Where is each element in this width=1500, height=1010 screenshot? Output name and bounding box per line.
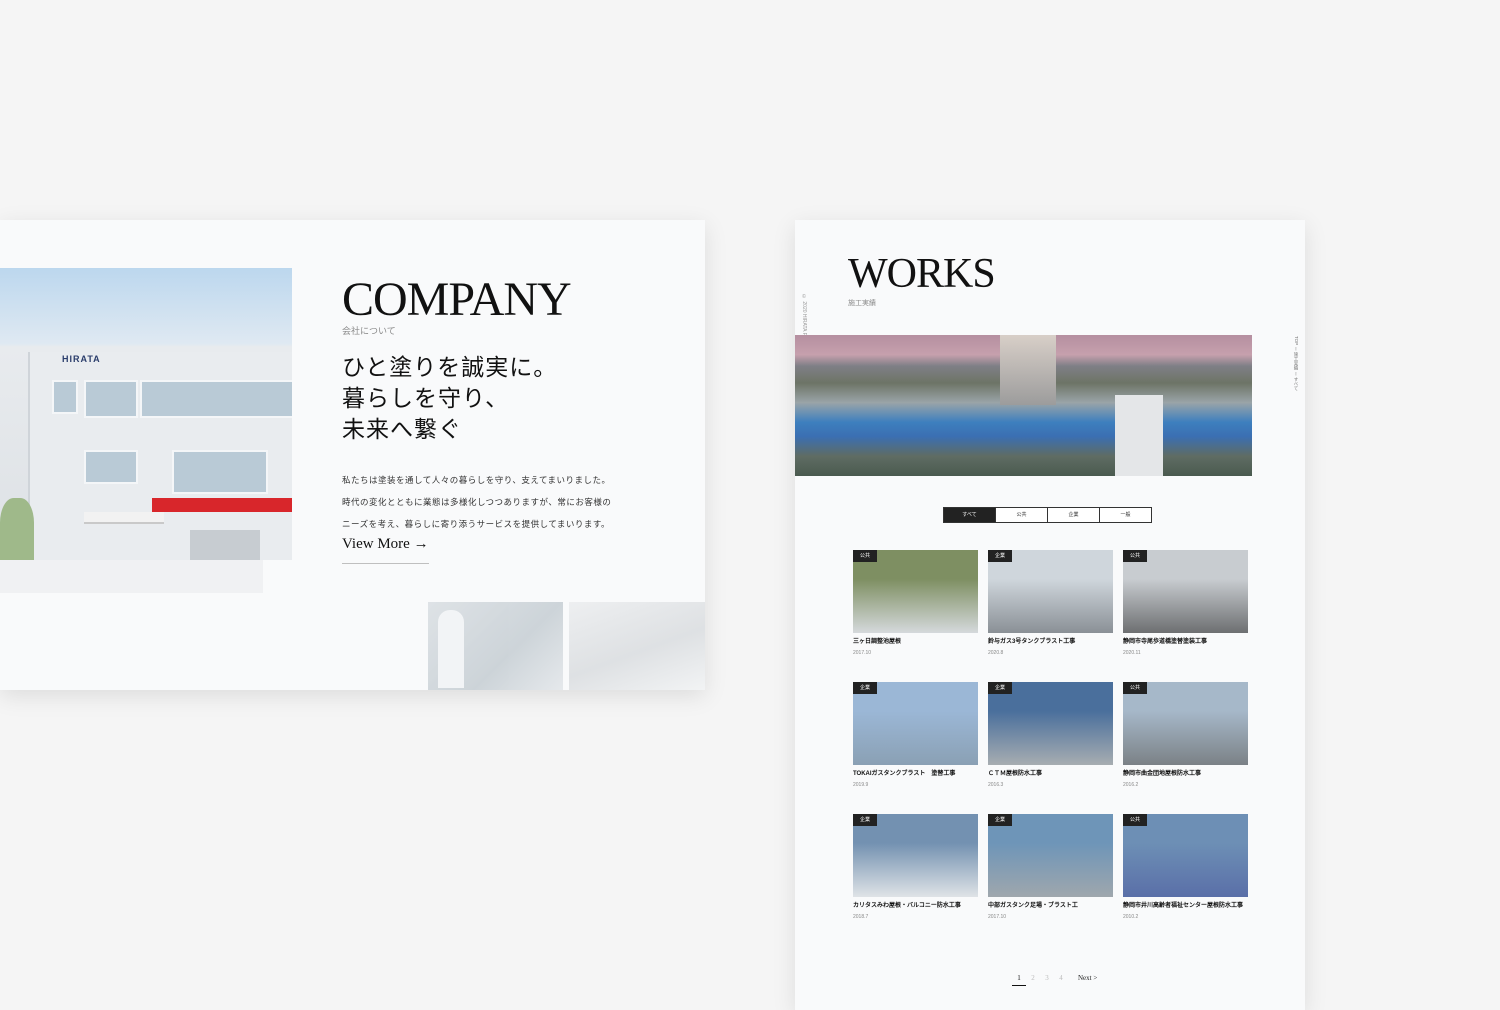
next-page-link[interactable]: Next > xyxy=(1078,974,1097,982)
works-title: WORKS xyxy=(848,251,996,297)
office-photo xyxy=(569,602,705,690)
work-title[interactable]: 静岡市曲金団地屋根防水工事 xyxy=(1123,770,1248,779)
filter-all-button[interactable]: すべて xyxy=(943,507,996,523)
heading-line: 未来へ繋ぐ xyxy=(342,417,462,442)
work-date: 2017.10 xyxy=(988,914,1007,920)
work-title[interactable]: 静岡市寺尾歩道橋塗替塗装工事 xyxy=(1123,638,1248,647)
work-item[interactable]: 公共静岡市井川高齢者福祉センター屋根防水工事 2010.2 xyxy=(1123,814,1248,920)
work-item[interactable]: 企業 ＣＴＭ屋根防水工事 2016.3 xyxy=(988,682,1113,788)
work-item[interactable]: 企業鈴与ガス3号タンクブラスト工事 2020.8 xyxy=(988,550,1113,656)
work-date: 2020.8 xyxy=(988,650,1004,656)
window xyxy=(84,380,138,418)
building-sign: HIRATA xyxy=(62,354,101,364)
filter-corporate-button[interactable]: 企業 xyxy=(1047,507,1100,523)
work-item[interactable]: 企業カリタスみわ屋根・バルコニー防水工事 2018.7 xyxy=(853,814,978,920)
work-item[interactable]: 公共静岡市寺尾歩道橋塗替塗装工事 2020.11 xyxy=(1123,550,1248,656)
window xyxy=(140,380,292,418)
building-photo: HIRATA xyxy=(0,268,292,560)
work-thumbnail[interactable]: 企業 xyxy=(988,550,1113,633)
page-link[interactable]: 2 xyxy=(1026,974,1040,982)
company-section: HIRATA COMPANY 会社について ひと塗りを誠実に。 暮らしを守り、 … xyxy=(0,220,705,690)
work-item[interactable]: 企業 TOKAIガスタンクブラスト 塗替工事 2019.9 xyxy=(853,682,978,788)
company-heading: ひと塗りを誠実に。 暮らしを守り、 未来へ繋ぐ xyxy=(342,352,557,445)
category-badge: 企業 xyxy=(988,814,1012,826)
rooftop-building xyxy=(1115,395,1163,476)
work-date: 2018.7 xyxy=(853,914,869,920)
work-item[interactable]: 公共静岡市曲金団地屋根防水工事 2016.2 xyxy=(1123,682,1248,788)
work-thumbnail[interactable]: 公共 xyxy=(1123,550,1248,633)
work-title[interactable]: 中部ガスタンク足場・ブラスト工 xyxy=(988,902,1113,911)
water-tower xyxy=(1000,335,1056,405)
filter-public-button[interactable]: 公共 xyxy=(995,507,1048,523)
pagination: 1 2 3 4 Next > xyxy=(1012,974,1097,986)
garage-door xyxy=(190,530,260,560)
company-title: COMPANY xyxy=(342,273,572,326)
worker-photo xyxy=(428,602,563,690)
category-filters: すべて 公共 企業 一般 xyxy=(943,507,1152,523)
work-title[interactable]: 三ヶ日調整池屋根 xyxy=(853,638,978,647)
category-badge: 公共 xyxy=(1123,550,1147,562)
category-badge: 公共 xyxy=(1123,814,1147,826)
work-item[interactable]: 企業中部ガスタンク足場・ブラスト工 2017.10 xyxy=(988,814,1113,920)
works-subtitle: 施工実績 xyxy=(848,300,876,307)
category-badge: 企業 xyxy=(853,814,877,826)
decorative-block xyxy=(0,560,263,593)
work-date: 2010.2 xyxy=(1123,914,1139,920)
work-title[interactable]: カリタスみわ屋根・バルコニー防水工事 xyxy=(853,902,978,911)
work-date: 2020.11 xyxy=(1123,650,1141,656)
work-thumbnail[interactable]: 公共 xyxy=(1123,682,1248,765)
works-section: © 2020 HIRATA PAINT All Rights Reserved.… xyxy=(795,220,1305,1010)
window xyxy=(52,380,78,414)
works-hero-photo xyxy=(795,335,1252,476)
work-thumbnail[interactable]: 公共 xyxy=(1123,814,1248,897)
view-more-link[interactable]: View More → xyxy=(342,536,429,564)
page-link[interactable]: 1 xyxy=(1012,974,1026,986)
work-thumbnail[interactable]: 企業 xyxy=(853,814,978,897)
work-title[interactable]: 静岡市井川高齢者福祉センター屋根防水工事 xyxy=(1123,902,1248,911)
window xyxy=(84,450,138,484)
work-date: 2019.9 xyxy=(853,782,869,788)
worker-figure xyxy=(438,610,464,688)
work-thumbnail[interactable]: 企業 xyxy=(988,814,1113,897)
heading-line: 暮らしを守り、 xyxy=(342,386,510,411)
work-title[interactable]: TOKAIガスタンクブラスト 塗替工事 xyxy=(853,770,978,779)
red-stripe xyxy=(152,498,292,512)
work-title[interactable]: 鈴与ガス3号タンクブラスト工事 xyxy=(988,638,1113,647)
company-description: 私たちは塗装を通して人々の暮らしを守り、支えてまいりました。時代の変化とともに業… xyxy=(342,474,612,529)
tree xyxy=(0,498,34,560)
heading-line: ひと塗りを誠実に。 xyxy=(342,355,558,380)
breadcrumb[interactable]: TOP ー 施工実績 ー すべて xyxy=(1291,336,1299,391)
work-thumbnail[interactable]: 企業 xyxy=(988,682,1113,765)
work-date: 2016.3 xyxy=(988,782,1004,788)
category-badge: 企業 xyxy=(853,682,877,694)
filter-general-button[interactable]: 一般 xyxy=(1099,507,1152,523)
work-thumbnail[interactable]: 企業 xyxy=(853,682,978,765)
page-link[interactable]: 4 xyxy=(1054,974,1068,982)
page-link[interactable]: 3 xyxy=(1040,974,1054,982)
work-thumbnail[interactable]: 公共 xyxy=(853,550,978,633)
category-badge: 公共 xyxy=(1123,682,1147,694)
window xyxy=(172,450,268,494)
category-badge: 公共 xyxy=(853,550,877,562)
work-item[interactable]: 公共三ヶ日調整池屋根 2017.10 xyxy=(853,550,978,656)
work-title[interactable]: ＣＴＭ屋根防水工事 xyxy=(988,770,1113,779)
category-badge: 企業 xyxy=(988,550,1012,562)
awning xyxy=(84,512,164,524)
category-badge: 企業 xyxy=(988,682,1012,694)
company-subtitle: 会社について xyxy=(342,326,396,336)
work-date: 2016.2 xyxy=(1123,782,1139,788)
work-date: 2017.10 xyxy=(853,650,872,656)
